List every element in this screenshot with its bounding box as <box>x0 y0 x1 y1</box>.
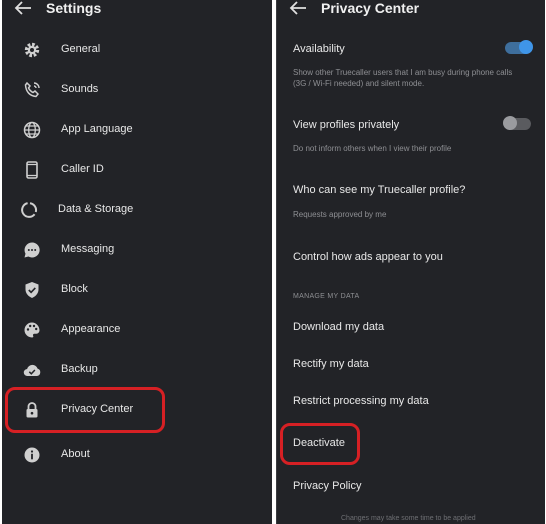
page-title: Privacy Center <box>321 0 420 16</box>
settings-panel: Settings General Sounds App Language Cal… <box>2 0 272 524</box>
settings-item-backup[interactable]: Backup <box>2 352 272 388</box>
globe-icon <box>23 121 41 139</box>
settings-item-label: About <box>61 448 90 460</box>
gear-icon <box>24 42 40 58</box>
settings-item-label: Data & Storage <box>58 203 134 215</box>
settings-item-general[interactable]: General <box>2 32 272 68</box>
settings-item-caller-id[interactable]: Caller ID <box>2 152 272 188</box>
privacy-policy-item[interactable]: Privacy Policy <box>293 480 361 492</box>
availability-title: Availability <box>293 43 345 55</box>
rectify-data-item[interactable]: Rectify my data <box>293 358 369 370</box>
back-arrow-icon[interactable] <box>289 1 307 15</box>
view-privately-toggle[interactable] <box>503 116 531 130</box>
availability-toggle[interactable] <box>505 40 533 54</box>
settings-item-app-language[interactable]: App Language <box>2 112 272 148</box>
settings-item-label: Appearance <box>61 323 121 335</box>
footer-note: Changes may take some time to be applied <box>341 515 476 522</box>
info-icon <box>24 447 40 463</box>
settings-item-label: Caller ID <box>61 163 104 175</box>
view-privately-description: Do not inform others when I view their p… <box>293 144 452 153</box>
availability-description: Show other Truecaller users that I am bu… <box>293 68 513 88</box>
settings-item-messaging[interactable]: Messaging <box>2 232 272 268</box>
control-ads-item[interactable]: Control how ads appear to you <box>293 251 443 263</box>
who-can-see-value: Requests approved by me <box>293 210 387 219</box>
phone-ringing-icon <box>24 81 40 98</box>
page-title: Settings <box>46 0 102 16</box>
chat-bubble-icon <box>24 242 40 258</box>
settings-item-label: Sounds <box>61 83 99 95</box>
privacy-center-panel: Privacy Center Availability Show other T… <box>276 0 545 524</box>
view-privately-title: View profiles privately <box>293 119 400 131</box>
settings-item-label: Block <box>61 283 88 295</box>
settings-item-label: Backup <box>61 363 98 375</box>
settings-item-label: Messaging <box>61 243 115 255</box>
deactivate-highlight <box>280 423 360 465</box>
settings-item-label: App Language <box>61 123 133 135</box>
privacy-center-highlight <box>5 387 165 433</box>
settings-item-label: General <box>61 43 101 55</box>
cloud-check-icon <box>23 364 41 377</box>
settings-item-block[interactable]: Block <box>2 272 272 308</box>
settings-item-appearance[interactable]: Appearance <box>2 312 272 348</box>
manage-data-section-header: MANAGE MY DATA <box>293 293 360 300</box>
who-can-see-title: Who can see my Truecaller profile? <box>293 184 466 196</box>
data-usage-icon <box>21 202 38 218</box>
restrict-processing-item[interactable]: Restrict processing my data <box>293 395 429 407</box>
settings-item-about[interactable]: About <box>2 437 272 473</box>
download-data-item[interactable]: Download my data <box>293 321 384 333</box>
settings-item-data-storage[interactable]: Data & Storage <box>2 192 272 228</box>
palette-icon <box>24 322 40 338</box>
shield-check-icon <box>25 282 39 298</box>
back-arrow-icon[interactable] <box>14 1 32 15</box>
phone-device-icon <box>26 161 38 179</box>
settings-item-sounds[interactable]: Sounds <box>2 72 272 108</box>
